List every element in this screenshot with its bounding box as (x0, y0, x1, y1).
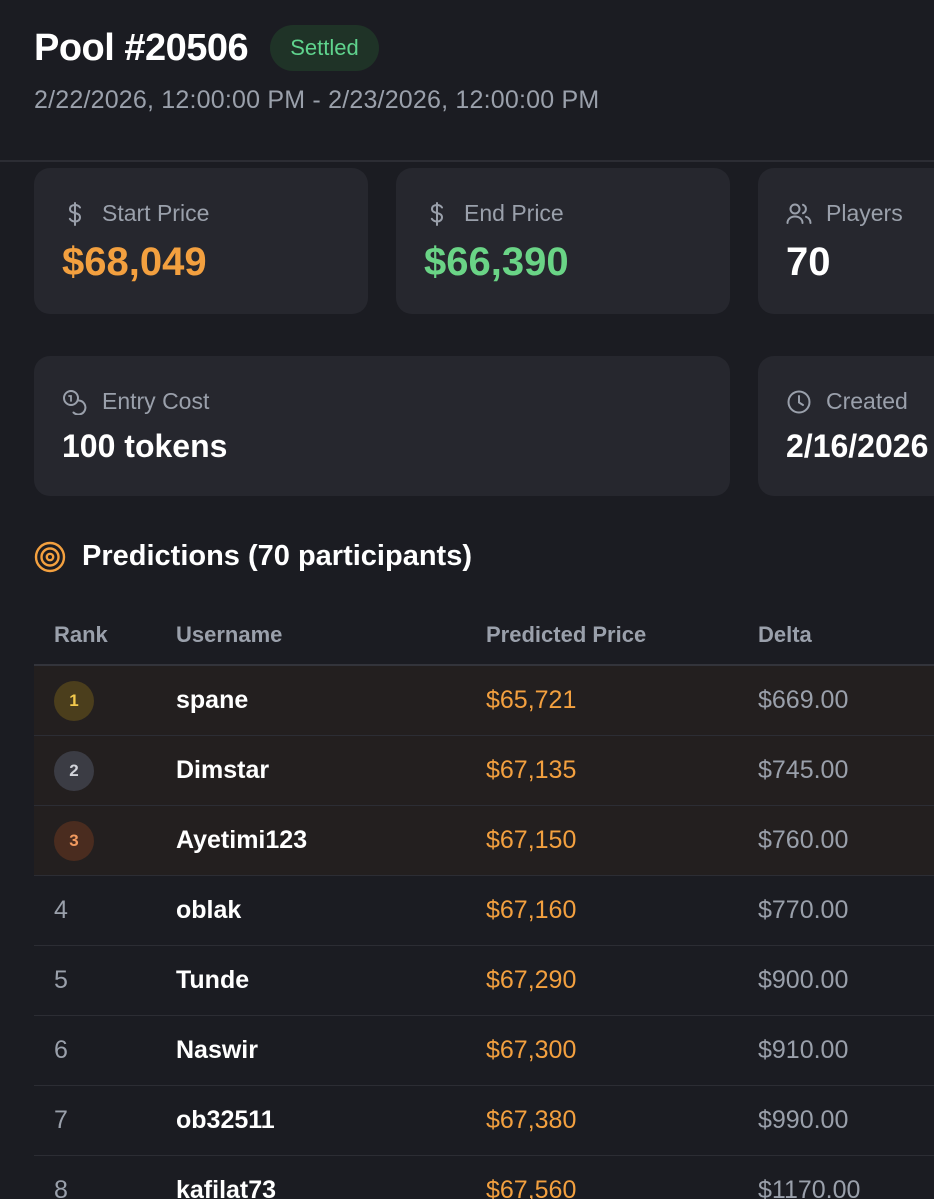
entry-cost-label-row: Entry Cost (62, 388, 209, 415)
players-label-row: Players (786, 200, 903, 227)
bronze-rank-badge: 3 (54, 821, 94, 861)
start-price-card: Start Price $68,049 (34, 168, 368, 314)
gold-rank-badge: 1 (54, 681, 94, 721)
predicted-price: $67,300 (486, 1036, 577, 1064)
delta: $745.00 (758, 756, 849, 784)
status-badge: Settled (270, 25, 379, 71)
page-title: Pool #20506 (34, 27, 249, 69)
players-value: 70 (786, 240, 831, 284)
predicted-price: $67,160 (486, 896, 577, 924)
created-label: Created (826, 388, 908, 414)
predicted-price: $65,721 (486, 686, 577, 714)
username: Dimstar (176, 756, 270, 784)
predictions-table: Rank Username Predicted Price Delta 1 sp… (34, 604, 934, 1199)
end-price-label: End Price (464, 200, 564, 226)
table-row[interactable]: 7 ob32511 $67,380 $990.00 (34, 1086, 934, 1156)
pool-date-range: 2/22/2026, 12:00:00 PM - 2/23/2026, 12:0… (34, 86, 600, 114)
rank: 6 (54, 1036, 68, 1064)
rank: 4 (54, 896, 68, 924)
table-row[interactable]: 5 Tunde $67,290 $900.00 (34, 946, 934, 1016)
end-price-label-row: End Price (424, 200, 564, 227)
table-row[interactable]: 6 Naswir $67,300 $910.00 (34, 1016, 934, 1086)
entry-cost-label: Entry Cost (102, 388, 210, 414)
predicted-price: $67,150 (486, 826, 577, 854)
username: spane (176, 686, 249, 714)
clock-icon (786, 389, 812, 415)
delta: $900.00 (758, 966, 849, 994)
silver-rank-badge: 2 (54, 751, 94, 791)
players-card: Players 70 (758, 168, 934, 314)
table-header: Rank Username Predicted Price Delta (34, 604, 934, 666)
predicted-price: $67,560 (486, 1176, 577, 1199)
created-label-row: Created (786, 388, 908, 415)
username: Naswir (176, 1036, 258, 1064)
predicted-price: $67,380 (486, 1106, 577, 1134)
predicted-price: $67,290 (486, 966, 577, 994)
column-header-delta[interactable]: Delta (758, 622, 812, 648)
table-row[interactable]: 4 oblak $67,160 $770.00 (34, 876, 934, 946)
end-price-value: $66,390 (424, 240, 569, 284)
dollar-icon (424, 201, 450, 227)
coins-icon (62, 389, 88, 415)
table-row[interactable]: 8 kafilat73 $67,560 $1170.00 (34, 1156, 934, 1199)
column-header-rank[interactable]: Rank (54, 622, 108, 648)
start-price-label: Start Price (102, 200, 210, 226)
entry-cost-card: Entry Cost 100 tokens (34, 356, 730, 496)
username: ob32511 (176, 1106, 275, 1134)
predictions-heading-text: Predictions (70 participants) (82, 540, 472, 572)
table-row[interactable]: 1 spane $65,721 $669.00 (34, 666, 934, 736)
username: Tunde (176, 966, 250, 994)
delta: $910.00 (758, 1036, 849, 1064)
username: oblak (176, 896, 242, 924)
dollar-icon (62, 201, 88, 227)
users-icon (786, 201, 812, 227)
start-price-value: $68,049 (62, 240, 207, 284)
created-value: 2/16/2026 (786, 428, 929, 464)
delta: $1170.00 (758, 1176, 861, 1199)
rank: 7 (54, 1106, 68, 1134)
target-icon (34, 541, 66, 573)
entry-cost-value: 100 tokens (62, 428, 228, 464)
players-label: Players (826, 200, 903, 226)
username: Ayetimi123 (176, 826, 308, 854)
created-card: Created 2/16/2026 (758, 356, 934, 496)
end-price-card: End Price $66,390 (396, 168, 730, 314)
table-row[interactable]: 3 Ayetimi123 $67,150 $760.00 (34, 806, 934, 876)
predicted-price: $67,135 (486, 756, 577, 784)
rank: 5 (54, 966, 68, 994)
table-row[interactable]: 2 Dimstar $67,135 $745.00 (34, 736, 934, 806)
column-header-predicted-price[interactable]: Predicted Price (486, 622, 646, 648)
predictions-heading: Predictions (70 participants) (34, 540, 472, 573)
delta: $770.00 (758, 896, 849, 924)
delta: $760.00 (758, 826, 849, 854)
username: kafilat73 (176, 1176, 277, 1199)
pool-detail-page: Pool #20506 Settled 2/22/2026, 12:00:00 … (0, 0, 934, 1199)
delta: $990.00 (758, 1106, 849, 1134)
column-header-username[interactable]: Username (176, 622, 282, 648)
title-row: Pool #20506 Settled (34, 24, 379, 72)
start-price-label-row: Start Price (62, 200, 209, 227)
delta: $669.00 (758, 686, 849, 714)
pool-header: Pool #20506 Settled 2/22/2026, 12:00:00 … (0, 0, 934, 162)
rank: 8 (54, 1176, 68, 1199)
